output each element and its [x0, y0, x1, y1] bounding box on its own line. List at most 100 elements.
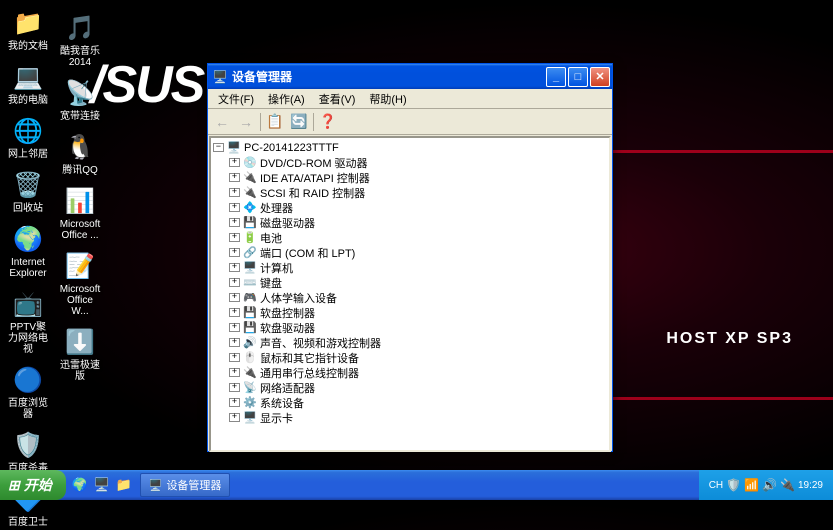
icon-label: PPTV聚力网络电视 [7, 322, 49, 355]
device-manager-window: 🖥️ 设备管理器 _ □ ✕ 文件(F) 操作(A) 查看(V) 帮助(H) ←… [207, 63, 613, 452]
tray-volume-icon[interactable]: 🔊 [762, 478, 777, 492]
desktop-icon-网上邻居[interactable]: 🌐网上邻居 [5, 113, 51, 162]
tree-item[interactable]: +💾磁盘驱动器 [229, 215, 607, 230]
ql-desktop[interactable]: 🖥️ [92, 475, 112, 495]
tray-clock[interactable]: 19:29 [798, 480, 823, 491]
device-icon: 🔋 [243, 231, 257, 245]
expand-icon[interactable]: + [229, 353, 240, 362]
expand-icon[interactable]: + [229, 383, 240, 392]
desktop-icon-百度杀毒[interactable]: 🛡️百度杀毒 [5, 427, 51, 476]
expand-icon[interactable]: + [229, 338, 240, 347]
tree-item[interactable]: +⚙️系统设备 [229, 395, 607, 410]
tray-lang[interactable]: CH [709, 480, 723, 491]
menu-help[interactable]: 帮助(H) [363, 89, 412, 109]
tree-item[interactable]: +🎮人体学输入设备 [229, 290, 607, 305]
menu-file[interactable]: 文件(F) [212, 89, 260, 109]
tree-item[interactable]: +🔊声音、视频和游戏控制器 [229, 335, 607, 350]
tree-root[interactable]: − 🖥️ PC-20141223TTTF [213, 140, 607, 155]
expand-icon[interactable]: + [229, 293, 240, 302]
menu-action[interactable]: 操作(A) [262, 89, 311, 109]
expand-icon[interactable]: + [229, 398, 240, 407]
device-label: 键盘 [260, 275, 282, 291]
tree-item[interactable]: +📡网络适配器 [229, 380, 607, 395]
refresh-button[interactable]: 🔄 [289, 112, 309, 132]
start-button[interactable]: ⊞ 开始 [0, 470, 66, 500]
icon-glyph: 💻 [12, 61, 44, 93]
tray-usb-icon[interactable]: 🔌 [780, 478, 795, 492]
desktop-icon-迅雷极速版[interactable]: ⬇️迅雷极速版 [57, 324, 103, 384]
device-label: 系统设备 [260, 395, 304, 411]
tree-item[interactable]: +💿DVD/CD-ROM 驱动器 [229, 155, 607, 170]
device-label: SCSI 和 RAID 控制器 [260, 185, 365, 201]
menubar: 文件(F) 操作(A) 查看(V) 帮助(H) [208, 89, 612, 109]
device-icon: 💠 [243, 201, 257, 215]
desktop-icon-Microsoft Office ...[interactable]: 📊Microsoft Office ... [57, 183, 103, 243]
tree-item[interactable]: +🔌IDE ATA/ATAPI 控制器 [229, 170, 607, 185]
icon-glyph: 🔵 [12, 364, 44, 396]
device-label: 鼠标和其它指针设备 [260, 350, 359, 366]
ql-ie[interactable]: 🌍 [70, 475, 90, 495]
desktop-icon-宽带连接[interactable]: 📡宽带连接 [57, 75, 103, 124]
tree-item[interactable]: +⌨️键盘 [229, 275, 607, 290]
expand-icon[interactable]: + [229, 188, 240, 197]
expand-icon[interactable]: + [229, 323, 240, 332]
expand-icon[interactable]: + [229, 218, 240, 227]
close-button[interactable]: ✕ [590, 67, 610, 87]
device-label: 处理器 [260, 200, 293, 216]
wallpaper-brand: /SUS [90, 55, 203, 115]
tree-item[interactable]: +🔗端口 (COM 和 LPT) [229, 245, 607, 260]
system-tray[interactable]: CH 🛡️ 📶 🔊 🔌 19:29 [699, 470, 833, 500]
minimize-button[interactable]: _ [546, 67, 566, 87]
start-label: 开始 [24, 475, 52, 495]
back-button[interactable]: ← [212, 112, 232, 132]
expand-icon[interactable]: + [229, 413, 240, 422]
desktop-icon-Internet Explorer[interactable]: 🌍Internet Explorer [5, 221, 51, 281]
expand-icon[interactable]: + [229, 203, 240, 212]
computer-icon: 🖥️ [227, 141, 241, 155]
desktop-icon-百度浏览器[interactable]: 🔵百度浏览器 [5, 362, 51, 422]
expand-icon[interactable]: + [229, 308, 240, 317]
desktop-icon-PPTV聚力网络电视[interactable]: 📺PPTV聚力网络电视 [5, 286, 51, 357]
desktop-icon-Microsoft Office W...[interactable]: 📝Microsoft Office W... [57, 248, 103, 319]
tree-item[interactable]: +🔌SCSI 和 RAID 控制器 [229, 185, 607, 200]
tree-item[interactable]: +🔌通用串行总线控制器 [229, 365, 607, 380]
device-label: 计算机 [260, 260, 293, 276]
tree-root-label: PC-20141223TTTF [244, 142, 339, 154]
properties-button[interactable]: 📋 [265, 112, 285, 132]
titlebar[interactable]: 🖥️ 设备管理器 _ □ ✕ [208, 64, 612, 89]
device-tree[interactable]: − 🖥️ PC-20141223TTTF +💿DVD/CD-ROM 驱动器+🔌I… [209, 136, 611, 452]
device-icon: 📡 [243, 381, 257, 395]
expand-icon[interactable]: + [229, 368, 240, 377]
expand-icon[interactable]: + [229, 158, 240, 167]
desktop-icon-我的电脑[interactable]: 💻我的电脑 [5, 59, 51, 108]
ql-explorer[interactable]: 📁 [114, 475, 134, 495]
tree-item[interactable]: +🖥️显示卡 [229, 410, 607, 425]
desktop-icon-腾讯QQ[interactable]: 🐧腾讯QQ [57, 129, 103, 178]
expand-icon[interactable]: + [229, 173, 240, 182]
desktop-icon-酷我音乐2014[interactable]: 🎵酷我音乐2014 [57, 10, 103, 70]
forward-button[interactable]: → [236, 112, 256, 132]
icon-glyph: 📝 [64, 250, 96, 282]
desktop-icon-回收站[interactable]: 🗑️回收站 [5, 167, 51, 216]
tree-item[interactable]: +🖥️计算机 [229, 260, 607, 275]
expand-icon[interactable]: + [229, 278, 240, 287]
maximize-button[interactable]: □ [568, 67, 588, 87]
expand-icon[interactable]: + [229, 233, 240, 242]
device-label: DVD/CD-ROM 驱动器 [260, 155, 368, 171]
desktop-icon-我的文档[interactable]: 📁我的文档 [5, 5, 51, 54]
expand-icon[interactable]: + [229, 263, 240, 272]
tree-item[interactable]: +🔋电池 [229, 230, 607, 245]
device-icon: 💾 [243, 216, 257, 230]
tray-shield-icon[interactable]: 🛡️ [726, 478, 741, 492]
tree-item[interactable]: +💾软盘驱动器 [229, 320, 607, 335]
expand-icon[interactable]: + [229, 248, 240, 257]
tray-network-icon[interactable]: 📶 [744, 478, 759, 492]
tree-item[interactable]: +🖱️鼠标和其它指针设备 [229, 350, 607, 365]
menu-view[interactable]: 查看(V) [313, 89, 362, 109]
device-label: 软盘控制器 [260, 305, 315, 321]
help-button[interactable]: ❓ [318, 112, 338, 132]
taskbar-item-devmgr[interactable]: 🖥️ 设备管理器 [140, 473, 231, 497]
tree-item[interactable]: +💠处理器 [229, 200, 607, 215]
tree-item[interactable]: +💾软盘控制器 [229, 305, 607, 320]
collapse-icon[interactable]: − [213, 143, 224, 152]
